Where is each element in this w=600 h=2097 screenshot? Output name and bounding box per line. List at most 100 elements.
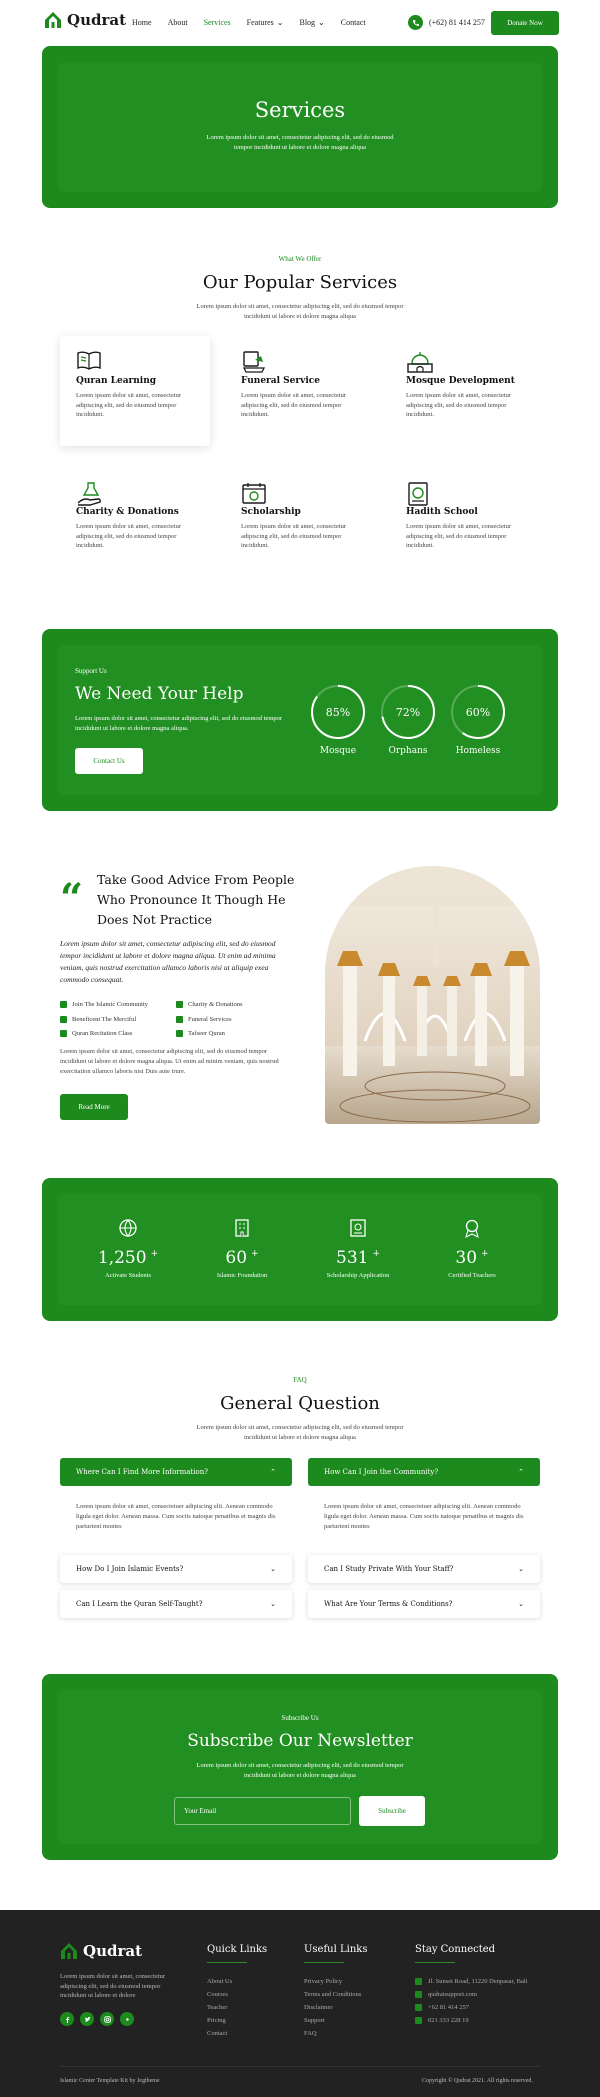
footer-link[interactable]: Courses bbox=[207, 1991, 228, 1998]
ring-label: Homeless bbox=[455, 746, 501, 756]
service-desc: Lorem ipsum dolor sit amet, consectetur … bbox=[76, 392, 182, 418]
address: Jl. Sunset Road, 11220 Denpasar, Bali bbox=[415, 1978, 528, 1985]
fax: 021 333 228 19 bbox=[415, 2017, 469, 2024]
check-icon bbox=[60, 1001, 67, 1008]
service-card-charity-donations[interactable]: Charity & Donations Lorem ipsum dolor si… bbox=[60, 467, 210, 577]
footer-link[interactable]: Disclaimer bbox=[304, 2004, 333, 2011]
stat-value: 60 bbox=[225, 1248, 248, 1268]
donate-button[interactable]: Donate Now bbox=[491, 11, 559, 35]
hero-banner: Services Lorem ipsum dolor sit amet, con… bbox=[42, 46, 558, 208]
email-input[interactable] bbox=[174, 1797, 351, 1825]
service-desc: Lorem ipsum dolor sit amet, consectetur … bbox=[406, 392, 512, 418]
brand-logo[interactable]: Qudrat bbox=[44, 11, 126, 29]
faq-question: What Are Your Terms & Conditions? bbox=[324, 1600, 453, 1608]
faq-question-open[interactable]: How Can I Join the Community? ⌃ bbox=[308, 1458, 540, 1486]
twitter-icon[interactable] bbox=[80, 2012, 94, 2026]
mosque-icon bbox=[407, 352, 433, 373]
svg-text:72%: 72% bbox=[396, 706, 420, 719]
services-subtitle: Lorem ipsum dolor sit amet, consectetur … bbox=[196, 303, 404, 320]
footer-link[interactable]: Pricing bbox=[207, 2017, 226, 2024]
mosque-logo-icon bbox=[45, 12, 61, 28]
nav-home[interactable]: Home bbox=[132, 18, 152, 27]
nav-contact[interactable]: Contact bbox=[341, 18, 366, 27]
stat-number: 30 + bbox=[412, 1248, 532, 1268]
check-label: Tafseer Quran bbox=[188, 1030, 225, 1037]
fax-text: 021 333 228 19 bbox=[428, 2017, 469, 2024]
phone-contact[interactable]: (+62) 81 414 257 bbox=[408, 15, 485, 30]
scholarship-icon bbox=[242, 483, 266, 504]
faq-question: Can I Study Private With Your Staff? bbox=[324, 1565, 454, 1573]
service-title: Mosque Development bbox=[406, 376, 515, 386]
youtube-icon[interactable] bbox=[120, 2012, 134, 2026]
faq-question-closed[interactable]: Can I Study Private With Your Staff? ⌄ bbox=[308, 1555, 540, 1583]
faq-question: How Can I Join the Community? bbox=[324, 1468, 439, 1476]
check-item: Beneficent The Merciful bbox=[60, 1016, 136, 1023]
support-kicker: Support Us bbox=[75, 667, 107, 675]
stat-plus: + bbox=[481, 1249, 489, 1260]
instagram-icon[interactable] bbox=[100, 2012, 114, 2026]
footer-link[interactable]: Teacher bbox=[207, 2004, 227, 2011]
page-title: Services bbox=[254, 98, 346, 122]
check-item: Charity & Donations bbox=[176, 1001, 243, 1008]
mosque-logo-icon bbox=[61, 1943, 77, 1959]
facebook-icon[interactable] bbox=[60, 2012, 74, 2026]
faq-question: Can I Learn the Quran Self-Taught? bbox=[76, 1600, 203, 1608]
faq-question-closed[interactable]: Can I Learn the Quran Self-Taught? ⌄ bbox=[60, 1590, 292, 1618]
faq-answer: Lorem ipsum dolor sit amet, consectetuer… bbox=[324, 1503, 524, 1530]
useful-links-title: Useful Links bbox=[304, 1944, 368, 1955]
service-card-quran-learning[interactable]: Quran Learning Lorem ipsum dolor sit ame… bbox=[60, 336, 210, 446]
phone[interactable]: +62 81 414 257 bbox=[415, 2004, 469, 2011]
service-desc: Lorem ipsum dolor sit amet, consectetur … bbox=[76, 523, 182, 549]
faq-question-closed[interactable]: What Are Your Terms & Conditions? ⌄ bbox=[308, 1590, 540, 1618]
nav-about[interactable]: About bbox=[168, 18, 188, 27]
faq-question: How Do I Join Islamic Events? bbox=[76, 1565, 184, 1573]
read-more-button[interactable]: Read More bbox=[60, 1094, 128, 1120]
nav-services[interactable]: Services bbox=[204, 18, 231, 27]
footer-link[interactable]: About Us bbox=[207, 1978, 232, 1985]
phone-icon bbox=[408, 15, 423, 30]
nav-features[interactable]: Features ⌄ bbox=[247, 18, 284, 27]
faq-question-closed[interactable]: How Do I Join Islamic Events? ⌄ bbox=[60, 1555, 292, 1583]
stat-plus: + bbox=[251, 1249, 259, 1260]
check-label: Funeral Services bbox=[188, 1016, 232, 1023]
stat-teachers: 30 + Certified Teachers bbox=[412, 1218, 532, 1279]
service-title: Scholarship bbox=[241, 507, 301, 517]
footer bbox=[0, 1910, 600, 2097]
stat-label: Scholarship Application bbox=[326, 1272, 390, 1279]
service-title: Charity & Donations bbox=[76, 507, 179, 517]
footer-logo[interactable]: Qudrat bbox=[60, 1942, 142, 1960]
footer-link[interactable]: FAQ bbox=[304, 2030, 317, 2037]
chevron-down-icon: ⌄ bbox=[276, 18, 284, 27]
service-card-scholarship[interactable]: Scholarship Lorem ipsum dolor sit amet, … bbox=[225, 467, 375, 577]
advice-intro: Lorem ipsum dolor sit amet, consectetur … bbox=[60, 939, 276, 984]
chevron-down-icon: ⌄ bbox=[270, 1565, 276, 1573]
footer-link[interactable]: Contact bbox=[207, 2030, 227, 2037]
stat-scholarship: 531 + Scholarship Application bbox=[298, 1218, 418, 1279]
mosque-interior-image bbox=[325, 866, 540, 1124]
ring-label: Mosque bbox=[319, 746, 357, 756]
divider bbox=[207, 1962, 247, 1963]
footer-link[interactable]: Privacy Policy bbox=[304, 1978, 342, 1985]
footer-link[interactable]: Support bbox=[304, 2017, 325, 2024]
faq-question-open[interactable]: Where Can I Find More Information? ⌃ bbox=[60, 1458, 292, 1486]
service-card-funeral-service[interactable]: Funeral Service Lorem ipsum dolor sit am… bbox=[225, 336, 375, 446]
svg-text:60%: 60% bbox=[466, 706, 490, 719]
check-item: Funeral Services bbox=[176, 1016, 232, 1023]
progress-ring-orphans: 72% bbox=[380, 684, 436, 740]
phone-text: +62 81 414 257 bbox=[428, 2004, 470, 2011]
service-card-hadith-school[interactable]: Hadith School Lorem ipsum dolor sit amet… bbox=[390, 467, 540, 577]
check-icon bbox=[176, 1016, 183, 1023]
award-icon bbox=[465, 1219, 479, 1239]
globe-icon bbox=[119, 1219, 137, 1237]
email[interactable]: qudratsupport.com bbox=[415, 1991, 477, 1998]
stat-number: 60 + bbox=[182, 1248, 302, 1268]
stat-number: 1,250 + bbox=[68, 1248, 188, 1268]
service-card-mosque-development[interactable]: Mosque Development Lorem ipsum dolor sit… bbox=[390, 336, 540, 446]
contact-us-button[interactable]: Contact Us bbox=[75, 748, 143, 774]
subscribe-button[interactable]: Subscribe bbox=[359, 1796, 425, 1826]
footer-link[interactable]: Terms and Conditions bbox=[304, 1991, 361, 1998]
stat-label: Activate Students bbox=[104, 1272, 152, 1279]
check-icon bbox=[176, 1030, 183, 1037]
service-desc: Lorem ipsum dolor sit amet, consectetur … bbox=[241, 523, 347, 549]
nav-blog[interactable]: Blog ⌄ bbox=[299, 18, 324, 27]
